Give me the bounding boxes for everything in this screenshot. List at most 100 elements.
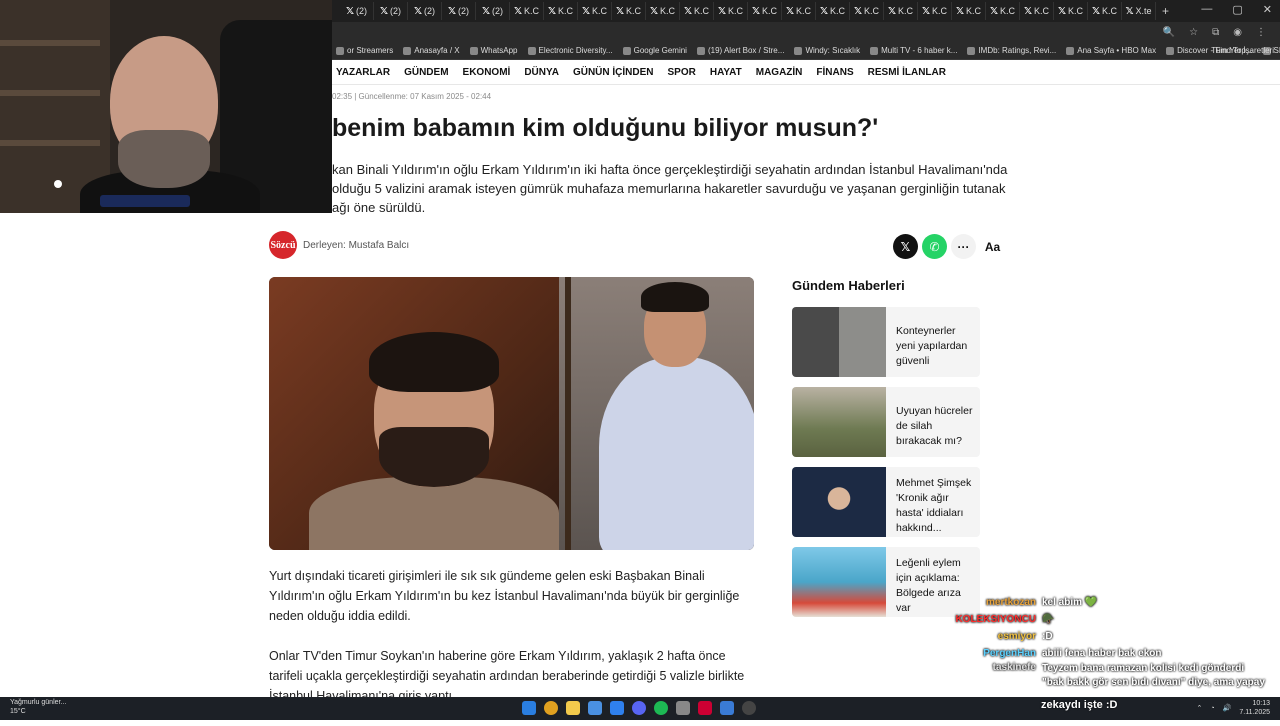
- share-more-button[interactable]: ···: [951, 234, 976, 259]
- new-tab-button[interactable]: +: [1162, 4, 1169, 18]
- clock[interactable]: 10:13 7.11.2025: [1239, 699, 1270, 717]
- chat-text: :D: [1042, 631, 1053, 642]
- browser-tab[interactable]: 𝕏 (2): [476, 2, 510, 20]
- close-icon[interactable]: ✕: [1263, 3, 1272, 16]
- obs-icon[interactable]: [742, 701, 756, 715]
- tab-label: K.C: [558, 6, 574, 16]
- bookmark-item[interactable]: Multi TV - 6 haber k...: [870, 46, 957, 55]
- share-bar: 𝕏 ✆ ··· Aa: [893, 234, 1005, 259]
- browser-tab[interactable]: 𝕏 K.C: [510, 2, 544, 20]
- spotify-icon[interactable]: [654, 701, 668, 715]
- bookmark-item[interactable]: Anasayfa / X: [403, 46, 460, 55]
- browser-tab[interactable]: 𝕏 K.C: [884, 2, 918, 20]
- bookmark-favicon-icon: [527, 46, 536, 55]
- bookmark-item[interactable]: Electronic Diversity...: [527, 46, 613, 55]
- weather-widget[interactable]: Yağmurlu günler... 15°C: [10, 698, 66, 716]
- bookmark-item[interactable]: WhatsApp: [469, 46, 518, 55]
- bookmark-favicon-icon: [870, 46, 879, 55]
- all-bookmarks-link[interactable]: Tüm Yer İşaretleri: [1211, 46, 1274, 55]
- nav-item[interactable]: GÜNÜN İÇİNDEN: [573, 67, 654, 78]
- publisher-logo[interactable]: Sözcü: [269, 231, 297, 259]
- sidebar-title: Gündem Haberleri: [792, 278, 905, 293]
- share-whatsapp-button[interactable]: ✆: [922, 234, 947, 259]
- steam-icon[interactable]: [610, 701, 624, 715]
- menu-icon[interactable]: ⋮: [1256, 27, 1266, 38]
- tab-label: K.C: [1068, 6, 1084, 16]
- bookmark-favicon-icon: [336, 46, 344, 55]
- minimize-icon[interactable]: —: [1201, 3, 1212, 16]
- browser-tab[interactable]: 𝕏 K.C: [816, 2, 850, 20]
- news-title: Mehmet Şimşek 'Kronik ağır hasta' iddial…: [896, 477, 972, 534]
- bookmark-star-icon[interactable]: ☆: [1189, 27, 1198, 38]
- nav-item[interactable]: DÜNYA: [524, 67, 559, 78]
- nav-item[interactable]: SPOR: [668, 67, 696, 78]
- nav-item[interactable]: MAGAZİN: [756, 67, 803, 78]
- browser-tab[interactable]: 𝕏 K.C: [1020, 2, 1054, 20]
- bookmark-favicon-icon: [967, 46, 976, 55]
- bookmark-item[interactable]: Ana Sayfa • HBO Max: [1066, 46, 1156, 55]
- tab-label: (2): [390, 6, 402, 16]
- browser-tab[interactable]: 𝕏 K.C: [578, 2, 612, 20]
- extensions-icon[interactable]: ⧉: [1212, 27, 1219, 38]
- bookmark-item[interactable]: IMDb: Ratings, Revi...: [967, 46, 1056, 55]
- app-icon[interactable]: [720, 701, 734, 715]
- nav-item[interactable]: RESMİ İLANLAR: [868, 67, 946, 78]
- profile-icon[interactable]: ◉: [1233, 27, 1242, 38]
- maximize-icon[interactable]: ▢: [1232, 3, 1242, 16]
- bookmark-label: Windy: Sıcaklık: [805, 46, 861, 55]
- app-icon[interactable]: [698, 701, 712, 715]
- nav-item[interactable]: HAYAT: [710, 67, 742, 78]
- app-icon[interactable]: [588, 701, 602, 715]
- chrome-icon[interactable]: [544, 701, 558, 715]
- browser-tab[interactable]: 𝕏 K.C: [612, 2, 646, 20]
- bookmark-item[interactable]: or Streamers: [336, 46, 393, 55]
- browser-tab[interactable]: 𝕏 K.C: [918, 2, 952, 20]
- browser-tab[interactable]: 𝕏 K.C: [714, 2, 748, 20]
- x-icon: 𝕏: [785, 5, 795, 17]
- bookmark-label: Google Gemini: [633, 46, 687, 55]
- browser-tab[interactable]: 𝕏 K.C: [986, 2, 1020, 20]
- share-x-button[interactable]: 𝕏: [893, 234, 918, 259]
- tray-chevron-icon[interactable]: ⌃: [1197, 704, 1203, 712]
- browser-tab[interactable]: 𝕏 K.C: [1054, 2, 1088, 20]
- chat-username: mertkozan: [985, 597, 1036, 608]
- nav-item[interactable]: EKONOMİ: [463, 67, 511, 78]
- browser-tab[interactable]: 𝕏 (2): [340, 2, 374, 20]
- sidebar-news-item[interactable]: Konteynerler yeni yapılardan güvenli: [792, 307, 980, 377]
- browser-tab[interactable]: 𝕏 K.C: [850, 2, 884, 20]
- browser-tab[interactable]: 𝕏 K.C: [544, 2, 578, 20]
- stream-chat: mertkozan kel abim 💚 KOLEKSIYONCU 🪖 esmiyor:…: [952, 594, 1272, 692]
- browser-tab[interactable]: 𝕏 (2): [442, 2, 476, 20]
- tab-label: K.C: [660, 6, 676, 16]
- nav-item[interactable]: YAZARLAR: [336, 67, 390, 78]
- chat-username: KOLEKSIYONCU: [955, 614, 1036, 625]
- zoom-icon[interactable]: 🔍: [1163, 27, 1175, 38]
- browser-tab[interactable]: 𝕏 K.C: [646, 2, 680, 20]
- sidebar-news-item[interactable]: Uyuyan hücreler de silah bırakacak mı?: [792, 387, 980, 457]
- nav-item[interactable]: FİNANS: [816, 67, 853, 78]
- browser-tab[interactable]: 𝕏 K.C: [748, 2, 782, 20]
- bookmark-item[interactable]: Google Gemini: [622, 46, 687, 55]
- windows-start-icon[interactable]: [522, 701, 536, 715]
- browser-tab[interactable]: 𝕏 (2): [408, 2, 442, 20]
- x-icon: 𝕏: [615, 5, 625, 17]
- nav-item[interactable]: GÜNDEM: [404, 67, 448, 78]
- browser-tab[interactable]: 𝕏 K.C: [1088, 2, 1122, 20]
- file-explorer-icon[interactable]: [566, 701, 580, 715]
- bookmark-item[interactable]: Windy: Sıcaklık: [794, 46, 860, 55]
- x-icon: 𝕏: [1091, 5, 1101, 17]
- browser-tab[interactable]: 𝕏 X.te: [1122, 2, 1156, 20]
- x-icon: 𝕏: [751, 5, 761, 17]
- font-size-button[interactable]: Aa: [980, 234, 1005, 259]
- network-icon[interactable]: ◔: [1210, 705, 1214, 712]
- news-thumbnail: [792, 467, 886, 537]
- volume-icon[interactable]: 🔊: [1223, 704, 1232, 712]
- sidebar-news-item[interactable]: Mehmet Şimşek 'Kronik ağır hasta' iddial…: [792, 467, 980, 537]
- app-icon[interactable]: [676, 701, 690, 715]
- discord-icon[interactable]: [632, 701, 646, 715]
- browser-tab[interactable]: 𝕏 K.C: [952, 2, 986, 20]
- browser-tab[interactable]: 𝕏 (2): [374, 2, 408, 20]
- bookmark-item[interactable]: (19) Alert Box / Stre...: [696, 46, 784, 55]
- browser-tab[interactable]: 𝕏 K.C: [782, 2, 816, 20]
- browser-tab[interactable]: 𝕏 K.C: [680, 2, 714, 20]
